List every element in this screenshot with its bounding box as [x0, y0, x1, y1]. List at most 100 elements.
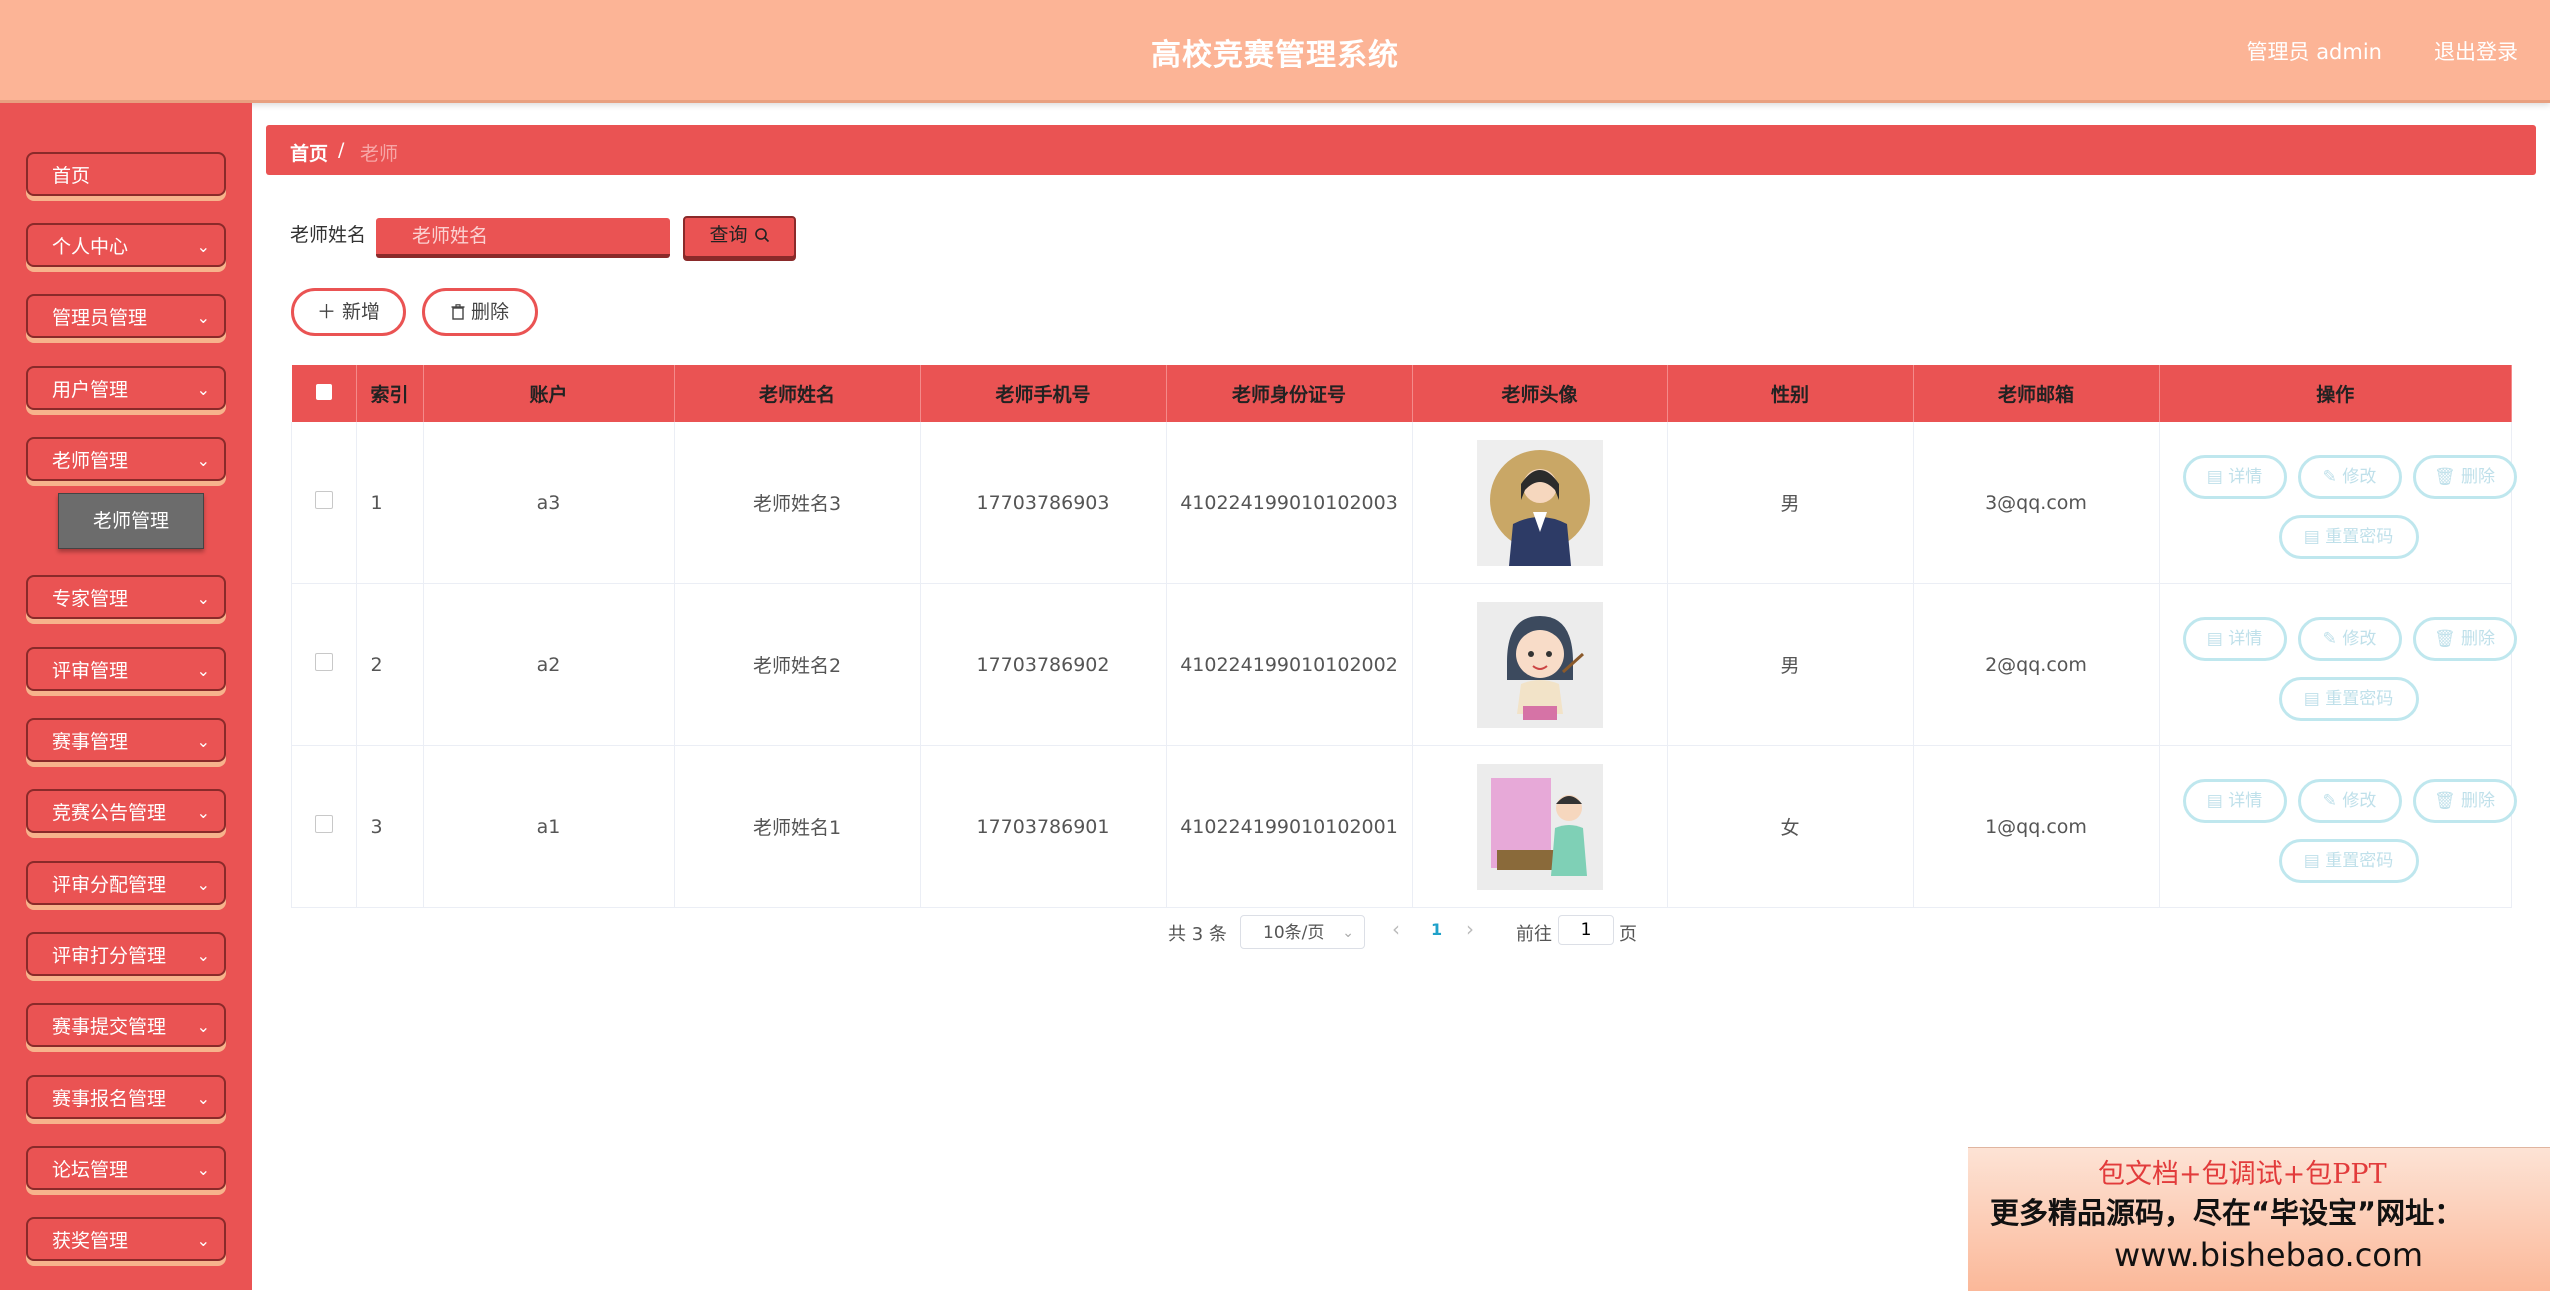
- edit-button[interactable]: ✎ 修改: [2297, 454, 2402, 499]
- sidebar-item-label: 赛事提交管理: [52, 1016, 167, 1038]
- cell-gender: 女: [1667, 745, 1914, 908]
- sidebar-item-reviews[interactable]: 评审管理 ⌄: [26, 647, 226, 691]
- watermark-banner: 包文档+包调试+包PPT 更多精品源码，尽在“毕设宝”网址： www.bishe…: [1968, 1147, 2550, 1291]
- watermark-line2: 更多精品源码，尽在“毕设宝”网址：: [1990, 1196, 2464, 1230]
- row-delete-button-label: 删除: [2461, 466, 2495, 487]
- column-header: 老师手机号: [920, 365, 1167, 422]
- goto-page-input[interactable]: [1558, 915, 1614, 945]
- sidebar-item-review-score[interactable]: 评审打分管理 ⌄: [26, 932, 226, 976]
- sidebar-item-label: 首页: [52, 165, 91, 187]
- delete-button[interactable]: 删除: [422, 288, 538, 336]
- search-button[interactable]: 查询: [683, 216, 796, 258]
- cell-gender: 男: [1667, 583, 1914, 746]
- sidebar-item-review-assign[interactable]: 评审分配管理 ⌄: [26, 861, 226, 905]
- sidebar-item-events[interactable]: 赛事管理 ⌄: [26, 718, 226, 762]
- cell-operations: ▤ 详情 ✎ 修改 🗑 删除 ▤ 重置密码: [2159, 422, 2517, 584]
- chevron-down-icon: ⌄: [196, 1089, 210, 1108]
- select-all-cell[interactable]: [291, 365, 357, 422]
- detail-button[interactable]: ▤ 详情: [2182, 778, 2287, 823]
- sidebar-item-home[interactable]: 首页: [26, 152, 226, 196]
- document-icon: ▤: [2303, 688, 2320, 709]
- sidebar-item-label: 赛事管理: [52, 731, 129, 753]
- sidebar-item-teachers[interactable]: 老师管理 ⌄: [26, 437, 226, 481]
- sidebar-item-registrations[interactable]: 赛事报名管理 ⌄: [26, 1075, 226, 1119]
- table-row: 1 a3 老师姓名3 17703786903 41022419901010200…: [291, 422, 2517, 584]
- sidebar-item-submissions[interactable]: 赛事提交管理 ⌄: [26, 1003, 226, 1047]
- sidebar-item-awards[interactable]: 获奖管理 ⌄: [26, 1217, 226, 1261]
- sidebar-item-users[interactable]: 用户管理 ⌄: [26, 366, 226, 410]
- app-title: 高校竞赛管理系统: [1151, 38, 1399, 73]
- sidebar-item-label: 专家管理: [52, 588, 129, 610]
- cell-index: 1: [356, 422, 424, 584]
- sidebar: 首页 个人中心 ⌄ 管理员管理 ⌄ 用户管理 ⌄ 老师管理 ⌄ 老师管理 专家管理 ⌄ 评…: [0, 103, 252, 1290]
- delete-button-label: 删除: [471, 301, 510, 323]
- detail-button[interactable]: ▤ 详情: [2182, 616, 2287, 661]
- page-number[interactable]: 1: [1431, 920, 1442, 939]
- sidebar-item-label: 评审打分管理: [52, 945, 167, 967]
- search-input[interactable]: [376, 218, 670, 258]
- next-page-button[interactable]: ›: [1466, 917, 1474, 941]
- cell-id-card: 410224199010102001: [1166, 745, 1413, 908]
- chevron-down-icon: ⌄: [196, 1231, 210, 1250]
- breadcrumb-current: 老师: [360, 143, 399, 165]
- trash-icon: 🗑: [2434, 466, 2456, 487]
- edit-button[interactable]: ✎ 修改: [2297, 616, 2402, 661]
- row-checkbox[interactable]: [314, 653, 333, 671]
- detail-button-label: 详情: [2228, 790, 2263, 811]
- select-all-checkbox[interactable]: [315, 383, 332, 400]
- row-delete-button[interactable]: 🗑 删除: [2412, 778, 2517, 823]
- sidebar-item-label: 用户管理: [52, 379, 129, 401]
- sidebar-item-experts[interactable]: 专家管理 ⌄: [26, 575, 226, 619]
- cell-account: a3: [423, 422, 675, 584]
- reset-password-button[interactable]: ▤ 重置密码: [2278, 838, 2419, 883]
- submenu-item-teachers[interactable]: 老师管理: [58, 493, 204, 549]
- sidebar-item-profile[interactable]: 个人中心 ⌄: [26, 223, 226, 267]
- cell-phone: 17703786903: [920, 422, 1167, 584]
- sidebar-item-admin[interactable]: 管理员管理 ⌄: [26, 294, 226, 338]
- page-unit-label: 页: [1619, 924, 1637, 945]
- table-header-row: 索引 账户 老师姓名 老师手机号 老师身份证号 老师头像 性别 老师邮箱 操作: [291, 365, 2512, 422]
- detail-button[interactable]: ▤ 详情: [2182, 454, 2287, 499]
- sidebar-item-label: 获奖管理: [52, 1230, 129, 1252]
- cell-name: 老师姓名2: [674, 583, 921, 746]
- reset-password-button[interactable]: ▤ 重置密码: [2278, 514, 2419, 559]
- logout-link[interactable]: 退出登录: [2434, 36, 2518, 66]
- goto-label: 前往: [1516, 924, 1552, 945]
- row-delete-button[interactable]: 🗑 删除: [2412, 454, 2517, 499]
- reset-password-button[interactable]: ▤ 重置密码: [2278, 676, 2419, 721]
- sidebar-item-label: 个人中心: [52, 236, 129, 258]
- top-header: 高校竞赛管理系统 管理员 admin 退出登录: [0, 0, 2550, 103]
- teacher-table: 索引 账户 老师姓名 老师手机号 老师身份证号 老师头像 性别 老师邮箱 操作 …: [291, 365, 2517, 908]
- table-row: 3 a1 老师姓名1 17703786901 41022419901010200…: [291, 745, 2517, 908]
- prev-page-button[interactable]: ‹: [1392, 917, 1400, 941]
- edit-button[interactable]: ✎ 修改: [2297, 778, 2402, 823]
- column-header: 性别: [1667, 365, 1914, 422]
- document-icon: ▤: [2303, 526, 2320, 547]
- column-header: 老师邮箱: [1913, 365, 2160, 422]
- chevron-down-icon: ⌄: [196, 661, 210, 680]
- watermark-line1: 包文档+包调试+包PPT: [2098, 1159, 2387, 1190]
- add-button[interactable]: ＋ 新增: [291, 288, 406, 336]
- cell-index: 2: [356, 583, 424, 746]
- edit-button-label: 修改: [2342, 466, 2377, 487]
- document-icon: ▤: [2206, 628, 2223, 649]
- sidebar-item-announcements[interactable]: 竞赛公告管理 ⌄: [26, 789, 226, 833]
- column-header: 操作: [2159, 365, 2512, 422]
- page-size-select[interactable]: 10条/页 ⌄: [1240, 915, 1365, 949]
- chevron-down-icon: ⌄: [196, 237, 210, 256]
- trash-icon: 🗑: [2434, 628, 2456, 649]
- chevron-down-icon: ⌄: [196, 1160, 210, 1179]
- trash-icon: [451, 301, 471, 323]
- sidebar-item-label: 管理员管理: [52, 307, 148, 329]
- row-checkbox[interactable]: [314, 491, 333, 509]
- page-size-value: 10条/页: [1263, 923, 1325, 943]
- cell-operations: ▤ 详情 ✎ 修改 🗑 删除 ▤ 重置密码: [2159, 583, 2517, 746]
- cell-avatar: [1412, 422, 1668, 584]
- sidebar-item-forum[interactable]: 论坛管理 ⌄: [26, 1146, 226, 1190]
- row-delete-button[interactable]: 🗑 删除: [2412, 616, 2517, 661]
- breadcrumb-home[interactable]: 首页: [290, 139, 328, 166]
- row-checkbox[interactable]: [314, 815, 333, 833]
- detail-button-label: 详情: [2228, 628, 2263, 649]
- column-header: 索引: [356, 365, 424, 422]
- column-header: 账户: [423, 365, 675, 422]
